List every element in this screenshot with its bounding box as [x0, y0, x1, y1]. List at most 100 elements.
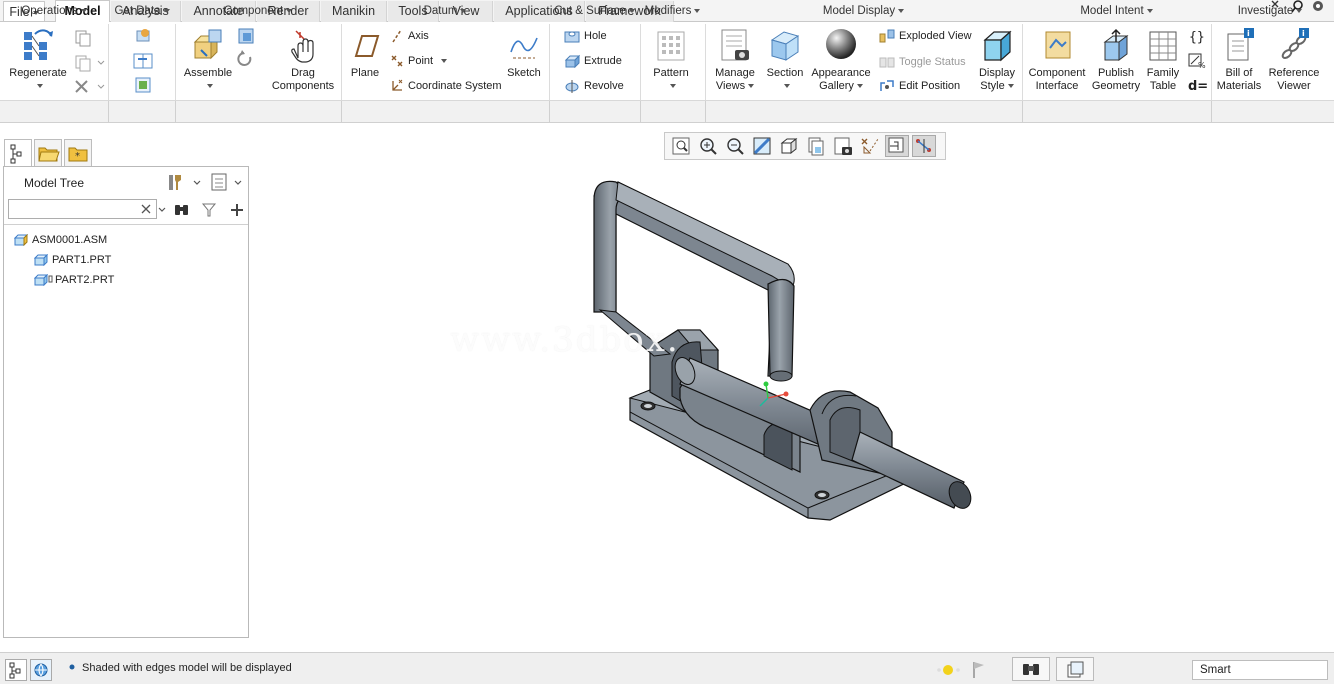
- hole-label: Hole: [584, 30, 607, 42]
- group-investigate[interactable]: Investigate: [1211, 5, 1329, 17]
- datum-display-icon: [861, 138, 879, 154]
- operations-small-tools[interactable]: [74, 29, 106, 95]
- selection-list-button[interactable]: [1056, 657, 1094, 681]
- tree-node-part2[interactable]: PART2.PRT: [33, 273, 114, 287]
- edit-position-button[interactable]: Edit Position: [879, 79, 960, 93]
- display-style-button[interactable]: Display Style: [974, 28, 1020, 93]
- regenerate-button[interactable]: Regenerate: [6, 28, 70, 93]
- section-dropdown-icon[interactable]: [783, 84, 790, 89]
- pattern-button[interactable]: Pattern: [646, 28, 696, 93]
- saved-views-button[interactable]: [804, 135, 828, 157]
- coordinate-system-button[interactable]: Coordinate System: [390, 79, 502, 93]
- section-button[interactable]: Section: [764, 28, 806, 93]
- tab-model-tree-navigator[interactable]: [4, 139, 32, 167]
- part-icon: [33, 273, 49, 287]
- folder-icon: [38, 147, 60, 162]
- coordinate-system-label: Coordinate System: [408, 80, 502, 92]
- pattern-dropdown-icon[interactable]: [669, 84, 676, 89]
- group-modifiers-label: Modifiers: [644, 5, 692, 17]
- status-browser-toggle[interactable]: [30, 659, 52, 681]
- zoom-out-button[interactable]: [723, 135, 747, 157]
- favorites-icon: *: [68, 147, 88, 162]
- bill-of-materials-label: Bill of Materials: [1216, 67, 1262, 92]
- reference-viewer-button[interactable]: i Reference Viewer: [1264, 28, 1324, 93]
- group-investigate-label: Investigate: [1237, 5, 1294, 17]
- group-model-intent[interactable]: Model Intent: [1022, 5, 1211, 17]
- revolve-button[interactable]: Revolve: [564, 79, 624, 94]
- regenerate-dropdown-icon[interactable]: [36, 84, 43, 89]
- status-message: Shaded with edges model will be displaye…: [82, 662, 292, 674]
- selection-filter-dropdown[interactable]: Smart: [1192, 660, 1328, 680]
- group-model-display[interactable]: Model Display: [705, 5, 1022, 17]
- ribbon-group-bar: [0, 100, 1334, 123]
- sketch-button[interactable]: Sketch: [503, 28, 545, 80]
- assemble-button[interactable]: Assemble: [180, 28, 236, 93]
- family-table-button[interactable]: Family Table: [1142, 28, 1184, 93]
- sketch-icon: [510, 37, 538, 59]
- zoom-in-button[interactable]: [696, 135, 720, 157]
- component-interface-button[interactable]: Component Interface: [1026, 28, 1088, 93]
- axis-button[interactable]: Axis: [390, 29, 429, 43]
- toggle-status-label: Toggle Status: [899, 56, 966, 68]
- drag-components-button[interactable]: Drag Components: [268, 28, 338, 93]
- hole-button[interactable]: Hole: [564, 29, 607, 43]
- status-tree-toggle[interactable]: [5, 659, 27, 681]
- bill-of-materials-icon: i: [1227, 28, 1254, 61]
- status-indicator-icons[interactable]: [930, 659, 990, 681]
- group-get-data[interactable]: Get Data: [108, 5, 176, 17]
- group-datum[interactable]: Datum: [341, 5, 549, 17]
- exploded-view-button[interactable]: Exploded View: [879, 29, 972, 43]
- message-bullet-icon: [69, 664, 75, 670]
- appearance-dropdown-icon[interactable]: [856, 84, 863, 89]
- toggle-status-button[interactable]: Toggle Status: [879, 55, 966, 69]
- assemble-dropdown-icon[interactable]: [206, 84, 213, 89]
- watermark-text: www.3dbox.: [450, 320, 680, 360]
- refit-button[interactable]: [669, 135, 693, 157]
- sketch-label: Sketch: [507, 67, 541, 79]
- placement-marker-icon: [48, 275, 53, 283]
- group-label-separator: [549, 101, 550, 123]
- tree-search-tools[interactable]: [157, 201, 247, 219]
- model-intent-small-icons[interactable]: {} % d=: [1186, 28, 1208, 94]
- tab-favorites[interactable]: *: [64, 139, 92, 167]
- plane-button[interactable]: Plane: [345, 28, 385, 80]
- point-button[interactable]: Point: [390, 54, 448, 68]
- group-operations[interactable]: Operations: [0, 5, 108, 17]
- find-button[interactable]: [1012, 657, 1050, 681]
- repaint-button[interactable]: [750, 135, 774, 157]
- model-tree-search-input[interactable]: [8, 199, 157, 219]
- annotation-display-button[interactable]: [912, 135, 936, 157]
- group-cut-surface-label: Cut & Surface: [554, 5, 626, 17]
- group-component-label: Component: [223, 5, 284, 17]
- tree-node-asm0001[interactable]: ASM0001.ASM: [13, 233, 107, 247]
- manage-views-button[interactable]: Manage Views: [709, 28, 761, 93]
- model-tree-panel: Model Tree ASM0001.ASM PART1.PRT PART2.P…: [3, 166, 249, 638]
- appearance-gallery-button[interactable]: Appearance Gallery: [808, 28, 874, 93]
- view-manager-button[interactable]: [831, 135, 855, 157]
- tree-settings-icons[interactable]: [166, 172, 246, 192]
- group-label-separator: [341, 101, 342, 123]
- annotation-display-icon: [916, 139, 931, 153]
- tab-folder-browser[interactable]: [34, 139, 62, 167]
- manage-views-dropdown-icon[interactable]: [748, 84, 755, 89]
- clear-search-icon[interactable]: [141, 204, 151, 214]
- display-style-cube-icon: [983, 30, 1012, 62]
- publish-geometry-button[interactable]: Publish Geometry: [1090, 28, 1142, 93]
- tree-node-part1[interactable]: PART1.PRT: [33, 253, 112, 267]
- group-component[interactable]: Component: [175, 5, 341, 17]
- display-style-label: Display Style: [978, 67, 1016, 92]
- get-data-icons[interactable]: [131, 27, 157, 97]
- group-modifiers[interactable]: Modifiers: [640, 5, 705, 17]
- component-small-icons[interactable]: [236, 27, 258, 73]
- part-name: PART1.PRT: [52, 254, 112, 266]
- axis-label: Axis: [408, 30, 429, 42]
- bill-of-materials-button[interactable]: i Bill of Materials: [1214, 28, 1264, 93]
- view-orientation-button[interactable]: [777, 135, 801, 157]
- point-dropdown-icon[interactable]: [441, 59, 448, 64]
- family-table-icon: [1149, 31, 1177, 61]
- spin-center-button[interactable]: [885, 135, 909, 157]
- extrude-button[interactable]: Extrude: [564, 54, 622, 69]
- datum-display-filters-button[interactable]: [858, 135, 882, 157]
- group-cut-surface[interactable]: Cut & Surface: [549, 5, 640, 17]
- display-style-dropdown-icon[interactable]: [1007, 84, 1014, 89]
